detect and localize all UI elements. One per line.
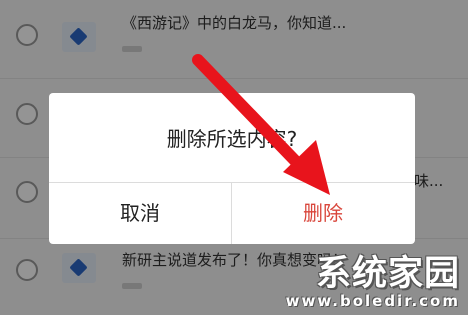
site-watermark: 系统家园 www.boledir.com	[286, 255, 460, 309]
dialog-message: 删除所选内容?	[166, 127, 298, 151]
delete-confirm-dialog: 删除所选内容? 取消 删除	[49, 93, 415, 244]
watermark-name: 系统家园	[315, 254, 460, 294]
watermark-url: www.boledir.com	[285, 292, 460, 310]
delete-button[interactable]: 删除	[232, 183, 414, 244]
cancel-button[interactable]: 取消	[49, 183, 231, 244]
